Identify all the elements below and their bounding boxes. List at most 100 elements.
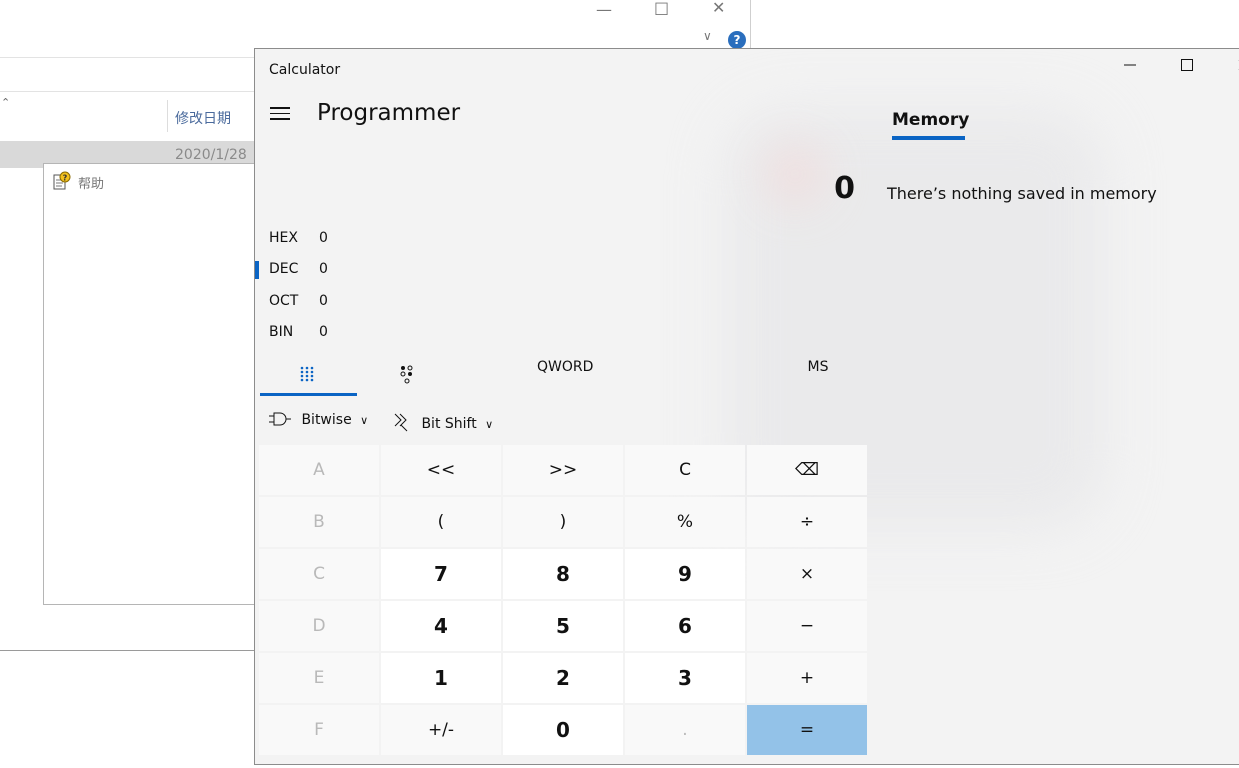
minimize-icon[interactable] bbox=[1107, 57, 1153, 81]
key-open-paren[interactable]: ( bbox=[381, 497, 501, 547]
tab-underline bbox=[892, 136, 965, 140]
calculator-window: Calculator Programmer 0 Memory There’s n… bbox=[254, 48, 1239, 765]
key-label: 6 bbox=[678, 614, 692, 638]
radix-label: OCT bbox=[269, 293, 299, 309]
key-label: E bbox=[313, 668, 325, 688]
key-multiply[interactable]: × bbox=[747, 549, 867, 599]
key-label: +/- bbox=[427, 720, 455, 740]
key-subtract[interactable]: − bbox=[747, 601, 867, 651]
window-title: Calculator bbox=[269, 62, 341, 78]
key-label: ) bbox=[559, 512, 567, 532]
key-5[interactable]: 5 bbox=[503, 601, 623, 651]
key-right-shift[interactable]: >> bbox=[503, 445, 623, 495]
bit-shift-icon bbox=[394, 413, 408, 432]
chevron-down-icon: ∨ bbox=[360, 414, 369, 427]
memory-store-button[interactable]: MS bbox=[803, 359, 833, 375]
key-label: ⌫ bbox=[794, 460, 820, 480]
logic-gate-icon bbox=[269, 412, 291, 426]
radix-value: 0 bbox=[319, 324, 328, 340]
bit-toggling-keypad-icon[interactable] bbox=[399, 365, 415, 389]
tab-active-underline bbox=[260, 393, 357, 396]
key-label: + bbox=[799, 668, 815, 688]
column-separator[interactable] bbox=[167, 100, 168, 132]
key-c-hex[interactable]: C bbox=[259, 549, 379, 599]
key-label: C bbox=[679, 460, 691, 480]
bit-shift-label: Bit Shift bbox=[421, 416, 477, 432]
backspace-icon[interactable]: ⌫ bbox=[747, 445, 867, 495]
word-size-button[interactable]: QWORD bbox=[537, 359, 593, 375]
key-f[interactable]: F bbox=[259, 705, 379, 755]
bitwise-label: Bitwise bbox=[301, 412, 352, 428]
key-d[interactable]: D bbox=[259, 601, 379, 651]
key-label: B bbox=[313, 512, 325, 532]
radix-value: 0 bbox=[319, 261, 328, 277]
key-label: 0 bbox=[556, 718, 570, 742]
key-6[interactable]: 6 bbox=[625, 601, 745, 651]
key-2[interactable]: 2 bbox=[503, 653, 623, 703]
key-clear[interactable]: C bbox=[625, 445, 745, 495]
key-label: >> bbox=[548, 460, 578, 480]
key-label: 9 bbox=[678, 562, 692, 586]
key-label: 7 bbox=[434, 562, 448, 586]
column-header-modified-date[interactable]: 修改日期 bbox=[175, 108, 231, 128]
key-negate[interactable]: +/- bbox=[381, 705, 501, 755]
full-keypad-icon[interactable] bbox=[299, 366, 315, 386]
key-label: A bbox=[313, 460, 325, 480]
key-label: F bbox=[314, 720, 324, 740]
key-label: 2 bbox=[556, 666, 570, 690]
key-label: . bbox=[682, 720, 688, 740]
key-label: % bbox=[676, 512, 694, 532]
explorer-minimize-icon[interactable]: — bbox=[596, 0, 612, 19]
key-label: 1 bbox=[434, 666, 448, 690]
bit-shift-dropdown[interactable]: Bit Shift ∨ bbox=[393, 412, 493, 432]
help-file-icon: ? bbox=[53, 171, 71, 190]
help-icon[interactable]: ? bbox=[728, 31, 746, 49]
file-date: 2020/1/28 bbox=[175, 147, 247, 163]
explorer-maximize-icon[interactable]: □ bbox=[654, 0, 669, 17]
key-7[interactable]: 7 bbox=[381, 549, 501, 599]
radix-value: 0 bbox=[319, 293, 328, 309]
key-equals[interactable]: = bbox=[747, 705, 867, 755]
key-left-shift[interactable]: << bbox=[381, 445, 501, 495]
bitwise-dropdown[interactable]: Bitwise ∨ bbox=[269, 412, 368, 428]
memory-empty-message: There’s nothing saved in memory bbox=[887, 184, 1157, 203]
key-decimal[interactable]: . bbox=[625, 705, 745, 755]
key-e[interactable]: E bbox=[259, 653, 379, 703]
radix-selected-indicator bbox=[255, 261, 259, 279]
key-9[interactable]: 9 bbox=[625, 549, 745, 599]
key-label: D bbox=[312, 616, 326, 636]
radix-label: DEC bbox=[269, 261, 299, 277]
hamburger-menu-icon[interactable] bbox=[270, 107, 290, 123]
mode-title: Programmer bbox=[317, 100, 461, 126]
chevron-down-icon[interactable]: ∨ bbox=[703, 29, 712, 43]
maximize-icon[interactable] bbox=[1164, 57, 1210, 81]
key-label: C bbox=[313, 564, 325, 584]
radix-label: BIN bbox=[269, 324, 294, 340]
svg-text:?: ? bbox=[63, 174, 68, 183]
key-divide[interactable]: ÷ bbox=[747, 497, 867, 547]
key-add[interactable]: + bbox=[747, 653, 867, 703]
keypad: A << >> C ⌫ B ( ) % ÷ C 7 8 9 × D 4 5 6 … bbox=[259, 445, 869, 758]
key-0[interactable]: 0 bbox=[503, 705, 623, 755]
key-3[interactable]: 3 bbox=[625, 653, 745, 703]
key-1[interactable]: 1 bbox=[381, 653, 501, 703]
sort-up-icon[interactable]: ⌃ bbox=[1, 96, 10, 109]
key-label: 4 bbox=[434, 614, 448, 638]
key-close-paren[interactable]: ) bbox=[503, 497, 623, 547]
result-display: 0 bbox=[834, 171, 855, 206]
chevron-down-icon: ∨ bbox=[485, 418, 494, 431]
key-8[interactable]: 8 bbox=[503, 549, 623, 599]
key-a[interactable]: A bbox=[259, 445, 379, 495]
key-b[interactable]: B bbox=[259, 497, 379, 547]
key-label: 3 bbox=[678, 666, 692, 690]
radix-label: HEX bbox=[269, 230, 298, 246]
key-4[interactable]: 4 bbox=[381, 601, 501, 651]
help-label[interactable]: 帮助 bbox=[78, 173, 104, 192]
tab-memory[interactable]: Memory bbox=[892, 110, 969, 130]
explorer-close-icon[interactable]: ✕ bbox=[712, 0, 725, 17]
key-label: = bbox=[799, 720, 815, 740]
key-label: × bbox=[799, 564, 815, 584]
key-modulo[interactable]: % bbox=[625, 497, 745, 547]
key-label: − bbox=[799, 616, 815, 636]
close-icon[interactable] bbox=[1221, 57, 1239, 81]
